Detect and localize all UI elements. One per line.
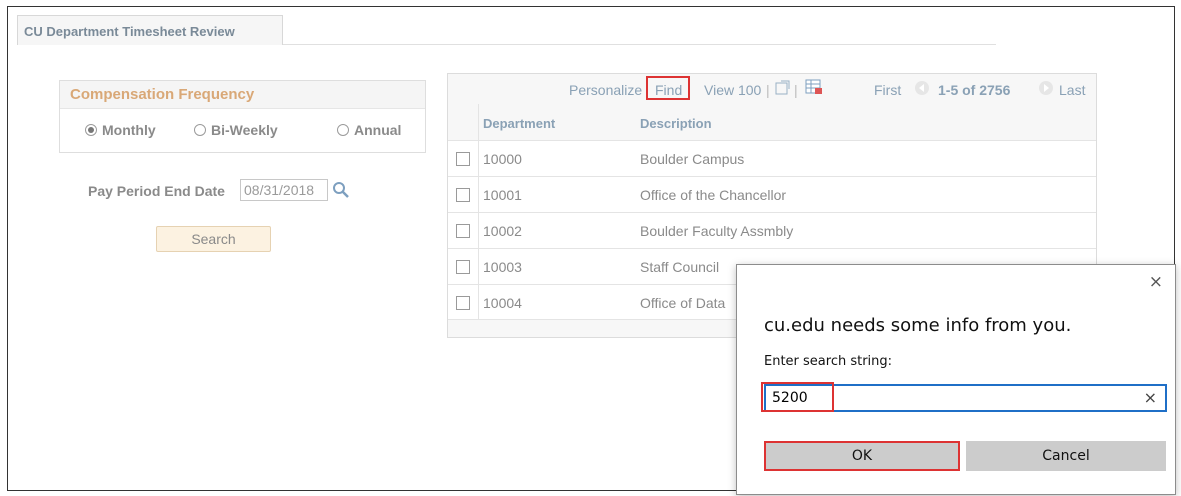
radio-monthly[interactable]: Monthly xyxy=(85,122,156,138)
tab-label: CU Department Timesheet Review xyxy=(24,24,235,39)
column-department[interactable]: Department xyxy=(483,116,555,131)
personalize-link[interactable]: Personalize xyxy=(569,82,642,98)
column-divider xyxy=(478,104,479,319)
table-row: 10000 Boulder Campus xyxy=(448,140,1096,176)
separator: | xyxy=(794,82,798,98)
previous-arrow-icon[interactable] xyxy=(914,80,930,96)
row-department: 10001 xyxy=(483,187,522,203)
next-arrow-icon[interactable] xyxy=(1038,80,1054,96)
radio-annual-icon[interactable] xyxy=(337,124,349,136)
clear-input-icon[interactable]: × xyxy=(1144,388,1157,407)
radio-bi-weekly[interactable]: Bi-Weekly xyxy=(194,122,278,138)
grid-header: Department Description xyxy=(448,104,1096,140)
row-description: Staff Council xyxy=(640,259,720,275)
prompt-dialog: × cu.edu needs some info from you. Enter… xyxy=(736,264,1176,495)
radio-bi-weekly-icon[interactable] xyxy=(194,124,206,136)
grid-toolbar: Personalize Find View 100 | | First 1-5 … xyxy=(448,74,1096,104)
radio-monthly-label: Monthly xyxy=(102,122,156,138)
download-spreadsheet-icon[interactable] xyxy=(805,79,823,95)
radio-annual[interactable]: Annual xyxy=(337,122,401,138)
tab-divider xyxy=(283,44,996,45)
row-description: Office of the Chancellor xyxy=(640,187,787,203)
row-department: 10000 xyxy=(483,151,522,167)
row-description: Office of Data xyxy=(640,295,726,311)
row-checkbox[interactable] xyxy=(456,224,470,238)
row-department: 10004 xyxy=(483,295,522,311)
radio-annual-label: Annual xyxy=(354,122,402,138)
compensation-frequency-group: Compensation Frequency Monthly Bi-Weekly… xyxy=(59,80,426,153)
radio-monthly-icon[interactable] xyxy=(85,124,97,136)
ok-button[interactable]: OK xyxy=(764,441,960,471)
lookup-search-icon[interactable] xyxy=(331,180,351,200)
row-checkbox[interactable] xyxy=(456,296,470,310)
find-highlight xyxy=(646,76,690,100)
row-checkbox[interactable] xyxy=(456,188,470,202)
cancel-button[interactable]: Cancel xyxy=(966,441,1166,471)
row-description: Boulder Faculty Assmbly xyxy=(640,223,794,239)
record-range: 1-5 of 2756 xyxy=(938,82,1011,98)
dialog-title: cu.edu needs some info from you. xyxy=(764,315,1072,336)
row-checkbox[interactable] xyxy=(456,152,470,166)
zoom-icon[interactable] xyxy=(775,79,791,95)
table-row: 10002 Boulder Faculty Assmbly xyxy=(448,212,1096,248)
tab-timesheet-review[interactable]: CU Department Timesheet Review xyxy=(17,15,283,45)
row-department: 10003 xyxy=(483,259,522,275)
column-description[interactable]: Description xyxy=(640,116,712,131)
row-description: Boulder Campus xyxy=(640,151,745,167)
close-icon[interactable]: × xyxy=(1149,272,1163,292)
row-department: 10002 xyxy=(483,223,522,239)
separator: | xyxy=(766,82,770,98)
radio-bi-weekly-label: Bi-Weekly xyxy=(211,122,278,138)
pay-period-label: Pay Period End Date xyxy=(88,183,225,199)
pay-period-end-date-input[interactable]: 08/31/2018 xyxy=(240,179,328,201)
table-row: 10001 Office of the Chancellor xyxy=(448,176,1096,212)
search-button[interactable]: Search xyxy=(156,226,271,252)
last-link[interactable]: Last xyxy=(1059,82,1085,98)
compensation-frequency-heading: Compensation Frequency xyxy=(60,81,425,109)
view-100-link[interactable]: View 100 xyxy=(704,82,761,98)
first-link[interactable]: First xyxy=(874,82,901,98)
input-highlight xyxy=(761,382,834,412)
row-checkbox[interactable] xyxy=(456,260,470,274)
dialog-prompt: Enter search string: xyxy=(764,354,893,369)
